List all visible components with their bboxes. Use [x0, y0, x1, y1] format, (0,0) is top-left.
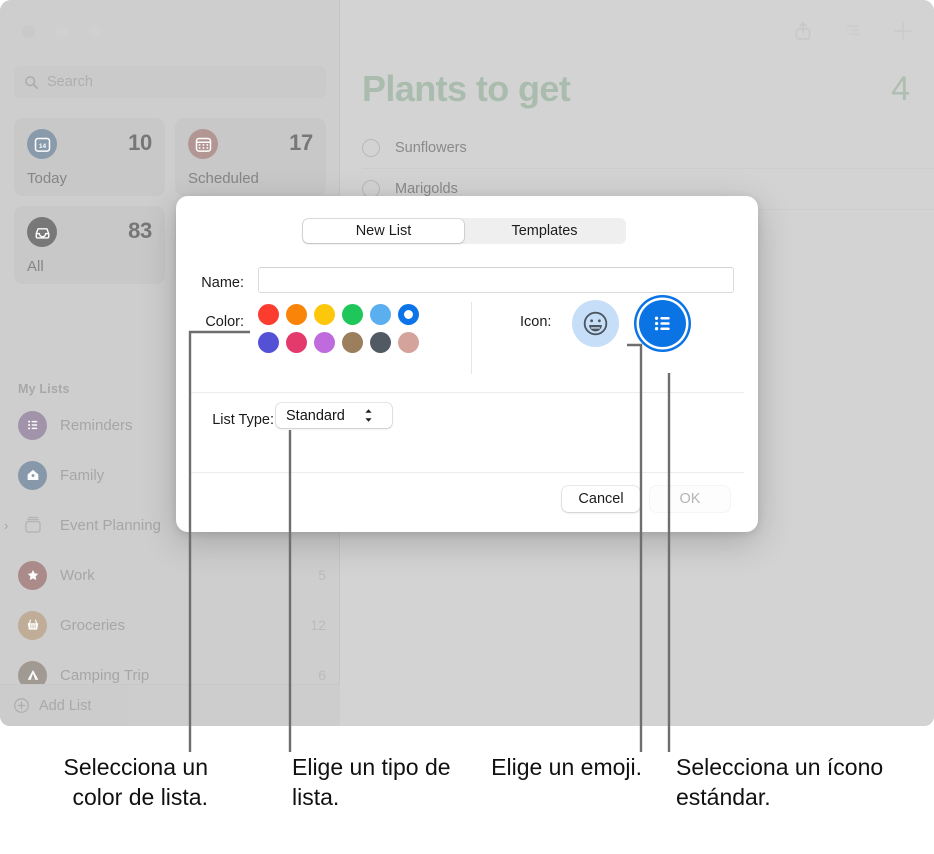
list-item-label: Event Planning — [60, 516, 161, 534]
list-item-label: Family — [60, 466, 105, 484]
reminder-label: Sunflowers — [395, 140, 467, 156]
smart-card-all[interactable]: 83 All — [14, 206, 165, 284]
chevron-updown-icon — [365, 409, 372, 422]
search-icon — [25, 75, 38, 89]
svg-text:14: 14 — [38, 142, 46, 149]
add-reminder-icon[interactable] — [890, 18, 916, 44]
color-swatch-orange[interactable] — [286, 304, 307, 325]
add-list-label: Add List — [39, 697, 92, 714]
list-item-label: Reminders — [60, 416, 133, 434]
color-swatch-rose[interactable] — [398, 332, 419, 353]
minimize-button[interactable] — [55, 25, 68, 38]
smart-card-count: 10 — [128, 130, 152, 155]
list-type-value: Standard — [286, 407, 345, 424]
list-item-work[interactable]: Work 5 — [0, 550, 340, 600]
tab-templates[interactable]: Templates — [464, 219, 625, 243]
share-icon[interactable] — [790, 18, 816, 44]
list-options-icon[interactable] — [840, 18, 866, 44]
color-swatch-brown[interactable] — [342, 332, 363, 353]
list-item-count: 12 — [310, 617, 326, 633]
new-list-dialog: New List Templates Name: Color: Icon: Li… — [176, 196, 758, 532]
folder-icon — [18, 511, 47, 540]
house-icon — [18, 460, 47, 490]
color-swatch-blue-selected[interactable] — [398, 304, 419, 325]
search-placeholder: Search — [47, 74, 93, 90]
search-input[interactable]: Search — [14, 66, 326, 98]
smiley-face-icon[interactable] — [572, 300, 619, 347]
caption-select-standard-icon: Selecciona un ícono estándar. — [676, 754, 884, 810]
add-list-button[interactable]: Add List — [0, 684, 340, 726]
caption-select-color: Selecciona un color de lista. — [63, 754, 209, 810]
section-header-my-lists: My Lists — [18, 382, 70, 396]
main-toolbar — [790, 18, 916, 44]
name-field-label: Name: — [201, 275, 244, 291]
color-swatch-purple[interactable] — [314, 332, 335, 353]
window-traffic-lights — [22, 25, 101, 38]
screenshot-root: Search 14 10 Today 17 Scheduled 83 All M… — [0, 0, 934, 854]
color-swatch-green[interactable] — [342, 304, 363, 325]
divider-top — [190, 392, 744, 393]
smart-card-scheduled[interactable]: 17 Scheduled — [175, 118, 326, 196]
list-type-select[interactable]: Standard — [276, 403, 392, 428]
cancel-button[interactable]: Cancel — [562, 486, 640, 512]
list-item-count: 5 — [318, 567, 326, 583]
list-bullet-icon[interactable] — [639, 300, 686, 347]
reminder-count: 4 — [891, 70, 910, 108]
tab-new-list[interactable]: New List — [303, 219, 464, 243]
smart-card-count: 17 — [289, 130, 313, 155]
chevron-right-icon[interactable]: › — [4, 518, 8, 533]
reminder-checkbox[interactable] — [362, 139, 380, 157]
calendar-scheduled-icon — [188, 129, 218, 159]
page-title: Plants to get — [362, 68, 571, 109]
basket-icon — [18, 610, 47, 640]
icon-picker — [572, 300, 686, 347]
color-field-label: Color: — [205, 314, 244, 330]
color-swatch-graphite[interactable] — [370, 332, 391, 353]
list-item-label: Work — [60, 566, 95, 584]
reminder-row[interactable]: Sunflowers — [362, 128, 934, 169]
vertical-divider — [471, 302, 472, 374]
star-icon — [18, 560, 47, 590]
color-swatch-yellow[interactable] — [314, 304, 335, 325]
smart-card-label: All — [27, 258, 44, 275]
color-swatch-indigo[interactable] — [258, 332, 279, 353]
smart-card-today[interactable]: 14 10 Today — [14, 118, 165, 196]
close-button[interactable] — [22, 25, 35, 38]
smart-card-label: Today — [27, 170, 68, 187]
color-swatch-row — [258, 304, 426, 325]
list-item-groceries[interactable]: Groceries 12 — [0, 600, 340, 650]
list-type-label: List Type: — [212, 412, 274, 428]
color-swatch-grid — [258, 304, 426, 360]
color-swatch-red[interactable] — [258, 304, 279, 325]
tray-icon — [27, 217, 57, 247]
plus-circle-icon — [14, 698, 29, 713]
color-swatch-lightblue[interactable] — [370, 304, 391, 325]
list-bullet-icon — [18, 410, 47, 440]
smart-card-label: Scheduled — [188, 170, 259, 187]
ok-button[interactable]: OK — [650, 486, 730, 512]
icon-field-label: Icon: — [520, 314, 552, 330]
caption-choose-list-type: Elige un tipo de lista. — [292, 754, 451, 810]
list-item-count: 6 — [318, 667, 326, 683]
list-item-label: Groceries — [60, 616, 126, 634]
reminder-label: Marigolds — [395, 181, 458, 197]
zoom-button[interactable] — [88, 25, 101, 38]
calendar-today-icon: 14 — [27, 129, 57, 159]
dialog-tab-bar: New List Templates — [302, 218, 626, 244]
name-input[interactable] — [258, 267, 734, 293]
caption-choose-emoji: Elige un emoji. — [491, 754, 642, 780]
smart-card-count: 83 — [128, 218, 152, 243]
color-swatch-pink[interactable] — [286, 332, 307, 353]
color-swatch-row — [258, 332, 426, 353]
list-item-label: Camping Trip — [60, 666, 150, 684]
divider-bottom — [190, 472, 744, 473]
